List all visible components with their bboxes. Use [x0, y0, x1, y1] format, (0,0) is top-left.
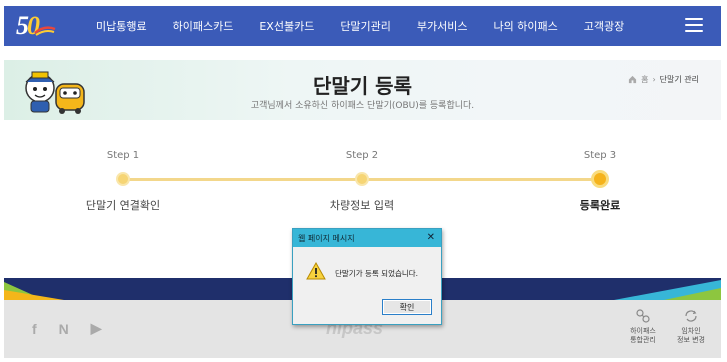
network-icon — [636, 309, 650, 323]
step-1-label: Step 1 — [106, 150, 140, 161]
logo-swoosh-icon — [34, 26, 56, 36]
step-3-label: Step 3 — [583, 150, 617, 161]
nav-menu: 미납통행료 하이패스카드 EX선불카드 단말기관리 부가서비스 나의 하이패스 … — [96, 6, 650, 46]
footer-link-tenant-info[interactable]: 임차인 정보 변경 — [673, 308, 709, 345]
nav-item-extra-services[interactable]: 부가서비스 — [417, 18, 468, 34]
facebook-icon[interactable]: f — [32, 321, 37, 337]
footer-link-label-2a: 임차인 — [681, 327, 701, 335]
home-icon[interactable] — [628, 75, 637, 84]
page: 50 미납통행료 하이패스카드 EX선불카드 단말기관리 부가서비스 나의 하이… — [0, 0, 727, 362]
dialog-message: 단말기가 등록 되었습니다. — [335, 269, 419, 278]
footer-link-label-1b: 통합관리 — [630, 336, 656, 344]
registration-steps: Step 1 단말기 연결확인 Step 2 차량정보 입력 Step 3 등록… — [0, 140, 727, 220]
breadcrumb: 홈 › 단말기 관리 — [628, 74, 699, 85]
footer-link-label-2b: 정보 변경 — [677, 336, 705, 344]
dialog-footer: 확인 — [293, 296, 441, 324]
nav-item-device-management[interactable]: 단말기관리 — [340, 18, 391, 34]
footer-quick-links: 하이패스 통합관리 임차인 정보 변경 — [625, 308, 709, 345]
close-icon[interactable]: ✕ — [427, 232, 435, 243]
step-3-name: 등록완료 — [579, 199, 621, 212]
breadcrumb-home[interactable]: 홈 — [641, 74, 648, 85]
youtube-icon[interactable]: ▶ — [91, 320, 102, 337]
hamburger-menu-icon[interactable] — [685, 18, 703, 32]
nav-item-my-hipass[interactable]: 나의 하이패스 — [494, 18, 558, 34]
nav-item-hipass-card[interactable]: 하이패스카드 — [173, 18, 234, 34]
logo-digit-5: 5 — [16, 11, 29, 40]
step-2-label: Step 2 — [345, 150, 379, 161]
warning-icon — [306, 262, 326, 280]
step-2-name: 차량정보 입력 — [329, 199, 395, 212]
breadcrumb-current: 단말기 관리 — [659, 75, 699, 84]
naver-blog-icon[interactable]: N — [59, 321, 69, 337]
site-logo[interactable]: 50 — [16, 10, 56, 42]
page-header-banner: 단말기 등록 고객님께서 소유하신 하이패스 단말기(OBU)를 등록합니다. … — [4, 60, 721, 120]
nav-item-unpaid-toll[interactable]: 미납통행료 — [96, 18, 147, 34]
nav-item-ex-prepaid-card[interactable]: EX선불카드 — [259, 18, 314, 34]
top-navigation: 50 미납통행료 하이패스카드 EX선불카드 단말기관리 부가서비스 나의 하이… — [4, 6, 721, 46]
page-subtitle: 고객님께서 소유하신 하이패스 단말기(OBU)를 등록합니다. — [250, 101, 475, 111]
page-title: 단말기 등록 — [313, 74, 412, 98]
social-links: f N ▶ — [32, 320, 102, 337]
step-2-dot — [355, 172, 369, 186]
footer-link-label-1a: 하이패스 — [630, 327, 656, 335]
breadcrumb-separator: › — [652, 75, 656, 84]
footer-link-hipass-integrated[interactable]: 하이패스 통합관리 — [625, 308, 661, 345]
step-1-name: 단말기 연결확인 — [85, 199, 161, 212]
step-1-dot — [116, 172, 130, 186]
dialog-body: 단말기가 등록 되었습니다. — [293, 247, 441, 297]
refresh-icon — [685, 310, 697, 322]
step-3-dot — [591, 170, 609, 188]
nav-item-customer-center[interactable]: 고객광장 — [584, 18, 624, 34]
dialog-title-bar[interactable]: 웹 페이지 메시지 ✕ — [293, 229, 441, 247]
dialog-title: 웹 페이지 메시지 — [298, 233, 355, 243]
ok-button[interactable]: 확인 — [382, 299, 432, 315]
alert-dialog: 웹 페이지 메시지 ✕ 단말기가 등록 되었습니다. 확인 — [292, 228, 442, 325]
